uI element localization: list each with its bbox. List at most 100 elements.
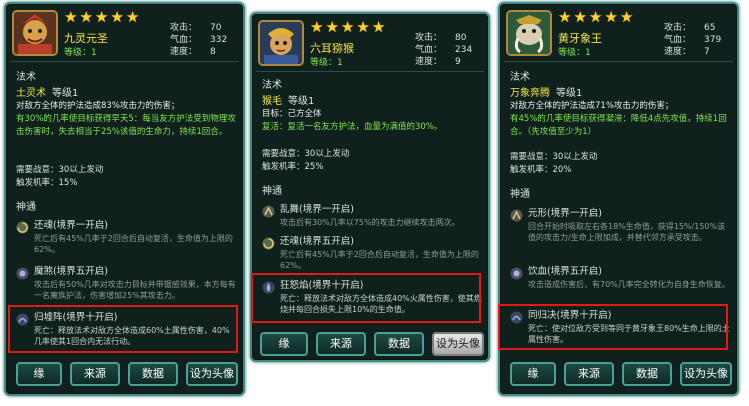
section-fashu: 法术 bbox=[262, 80, 282, 91]
stat-value: 7 bbox=[704, 47, 710, 57]
shentong-item: 饮血(境界五开启) 攻击造成伤害后，有70%几率完全转化为自身生命恢复。 bbox=[510, 266, 732, 306]
set-avatar-button[interactable]: 设为头像 bbox=[432, 332, 484, 356]
skill-desc: 对敌方全体的护法造成83%攻击力的伤害； 有30%的几率使目标获得早夭5：每当友… bbox=[16, 100, 238, 139]
shentong-item: 还魂(境界一开启) 死亡后有45%几率于2回合后自动复活，生命值为上限的62%。 bbox=[16, 220, 238, 260]
stat-label: 速度： bbox=[415, 57, 443, 67]
hero-stats: 攻击： 70 气血： 332 速度： 8 bbox=[170, 22, 227, 58]
shentong-desc: 死亡：释放法术对敌方全体造成60%土属性伤害，40%几率使其1回合内无法行动。 bbox=[34, 326, 230, 346]
shentong-desc: 攻击后有50%几率对攻击力目标并带锯感效果，本方每有一名魔族护法，伤害增加25%… bbox=[34, 280, 236, 300]
flame-icon bbox=[262, 281, 275, 294]
skill-desc-line2: 复活：复活一名友方护法，血量为满值的30%。 bbox=[262, 122, 443, 132]
need-fight-will: 需要战意：30以上发动 bbox=[16, 165, 104, 175]
source-button[interactable]: 来源 bbox=[70, 362, 120, 386]
star-icon: ★ bbox=[619, 8, 634, 26]
hero-name: 九灵元圣 bbox=[64, 32, 108, 45]
stat-label: 速度： bbox=[170, 47, 198, 57]
shentong-desc: 死亡后有45%几率于2回合后自动复活，生命值为上限的62%。 bbox=[280, 250, 479, 270]
hero-stats: 攻击： 80 气血： 234 速度： 9 bbox=[415, 32, 472, 68]
star-rating: ★ ★ ★ ★ ★ bbox=[64, 10, 139, 26]
shentong-item: 还魂(境界五开启) 死亡后有45%几率于2回合后自动复活，生命值为上限的62%。 bbox=[262, 236, 484, 276]
hero-name: 黄牙象王 bbox=[558, 32, 602, 45]
skill-level: 等级1 bbox=[288, 96, 315, 107]
need-fight-will: 需要战意：30以上发动 bbox=[510, 152, 598, 162]
hero-level: 等级：1 bbox=[64, 48, 97, 58]
divider bbox=[10, 61, 239, 62]
divider bbox=[504, 61, 733, 62]
star-icon: ★ bbox=[573, 8, 587, 26]
stat-value: 70 bbox=[210, 23, 222, 33]
hero-header: ★ ★ ★ ★ ★ 六耳猕猴 等级：1 攻击： 80 气血： 234 速度： 9 bbox=[252, 14, 488, 74]
section-shentong: 神通 bbox=[262, 186, 282, 197]
set-avatar-button[interactable]: 设为头像 bbox=[680, 362, 732, 386]
shentong-item: 元形(境界一开启) 回合开始时吸取左右各18%生命值，获得15%/150%该值的… bbox=[510, 208, 732, 260]
section-shentong: 神通 bbox=[16, 202, 36, 213]
form-icon bbox=[510, 209, 523, 222]
data-button[interactable]: 数据 bbox=[622, 362, 672, 386]
skill-desc-line2: 有30%的几率使目标获得早夭5：每当友方护法受到物理攻击伤害时，失去相当于25%… bbox=[16, 114, 236, 137]
shentong-item: 乱舞(境界一开启) 攻击后有30%几率以75%的攻击力继续攻击两次。 bbox=[262, 204, 484, 238]
data-button[interactable]: 数据 bbox=[374, 332, 424, 356]
yuan-button[interactable]: 缘 bbox=[510, 362, 556, 386]
stat-value: 9 bbox=[455, 57, 461, 67]
stat-value: 234 bbox=[455, 45, 473, 55]
hero-card-huangya: ★ ★ ★ ★ ★ 黄牙象王 等级：1 攻击： 65 气血： 379 速度： 7 法术 万象奔… bbox=[498, 2, 739, 396]
star-rating: ★ ★ ★ ★ ★ bbox=[310, 20, 385, 36]
hero-portrait-icon bbox=[12, 10, 58, 56]
shentong-item: 同归决(境界十开启) 死亡：使对位敌方受到等同于黄牙象王80%生命上限的土属性伤… bbox=[510, 310, 732, 350]
source-button[interactable]: 来源 bbox=[564, 362, 614, 386]
star-icon: ★ bbox=[371, 18, 386, 36]
swirl-icon bbox=[262, 237, 275, 250]
shentong-item: 魔煞(境界五开启) 攻击后有50%几率对攻击力目标并带锯感效果，本方每有一名魔族… bbox=[16, 266, 238, 306]
shentong-title: 还魂(境界一开启) bbox=[34, 220, 108, 231]
star-icon: ★ bbox=[604, 8, 618, 26]
hero-portrait-icon bbox=[506, 10, 552, 56]
hero-level: 等级：1 bbox=[558, 48, 591, 58]
star-icon: ★ bbox=[64, 8, 78, 26]
stat-value: 65 bbox=[704, 23, 716, 33]
star-icon: ★ bbox=[558, 8, 572, 26]
data-button[interactable]: 数据 bbox=[128, 362, 178, 386]
section-shentong: 神通 bbox=[510, 189, 530, 200]
shentong-title: 魔煞(境界五开启) bbox=[34, 266, 108, 277]
skill-desc-line1: 对敌方全体的护法造成71%攻击力的伤害； bbox=[510, 101, 674, 111]
stat-label: 攻击： bbox=[664, 23, 692, 33]
skill-desc-line1: 对敌方全体的护法造成83%攻击力的伤害； bbox=[16, 101, 180, 111]
skill-name: 猴毛 bbox=[262, 96, 282, 107]
trigger-rate: 触发机率：20% bbox=[510, 165, 572, 175]
skill-desc-line1: 目标：己方全体 bbox=[262, 109, 322, 119]
yuan-button[interactable]: 缘 bbox=[16, 362, 62, 386]
hero-card-jiuling: ★ ★ ★ ★ ★ 九灵元圣 等级：1 攻击： 70 气血： 332 速度： 8 法术 土灵术… bbox=[4, 2, 245, 396]
hero-stats: 攻击： 65 气血： 379 速度： 7 bbox=[664, 22, 721, 58]
shentong-title: 归墟阵(境界十开启) bbox=[34, 312, 118, 323]
shentong-title: 同归决(境界十开启) bbox=[528, 310, 612, 321]
skill-title: 土灵术 等级1 bbox=[16, 84, 78, 99]
hero-portrait-icon bbox=[258, 20, 304, 66]
skill-level: 等级1 bbox=[52, 88, 79, 99]
vortex-icon bbox=[16, 313, 29, 326]
shentong-title: 还魂(境界五开启) bbox=[280, 236, 354, 247]
skill-name: 土灵术 bbox=[16, 88, 46, 99]
shentong-desc: 死亡后有45%几率于2回合后自动复活，生命值为上限的62%。 bbox=[34, 234, 233, 254]
section-fashu: 法术 bbox=[16, 72, 36, 83]
shentong-desc: 攻击后有30%几率以75%的攻击力继续攻击两次。 bbox=[280, 218, 460, 227]
skill-desc: 对敌方全体的护法造成71%攻击力的伤害； 有45%的几率使目标获得凝滞：降低4点… bbox=[510, 100, 732, 139]
stat-label: 气血： bbox=[170, 35, 198, 45]
shentong-title: 狂怒焰(境界十开启) bbox=[280, 280, 364, 291]
stat-value: 8 bbox=[210, 47, 216, 57]
star-icon: ★ bbox=[94, 8, 109, 26]
hero-name: 六耳猕猴 bbox=[310, 42, 354, 55]
yuan-button[interactable]: 缘 bbox=[260, 332, 308, 356]
star-icon: ★ bbox=[588, 8, 603, 26]
blood-icon bbox=[510, 267, 523, 280]
need-fight-will: 需要战意：30以上发动 bbox=[262, 149, 350, 159]
stat-label: 速度： bbox=[664, 47, 692, 57]
set-avatar-button[interactable]: 设为头像 bbox=[186, 362, 238, 386]
star-icon: ★ bbox=[356, 18, 370, 36]
stat-label: 气血： bbox=[664, 35, 692, 45]
source-button[interactable]: 来源 bbox=[316, 332, 366, 356]
stat-value: 332 bbox=[210, 35, 228, 45]
skill-title: 猴毛 等级1 bbox=[262, 92, 314, 107]
hero-level: 等级：1 bbox=[310, 58, 343, 68]
skill-title: 万象奔腾 等级1 bbox=[510, 84, 582, 99]
demon-icon bbox=[16, 267, 29, 280]
